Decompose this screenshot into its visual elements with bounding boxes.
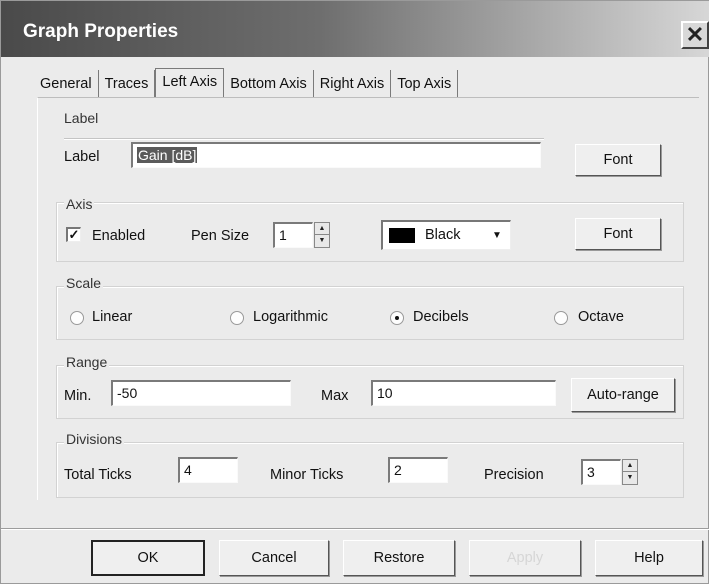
spin-down-icon[interactable]: ▼: [623, 472, 637, 484]
spin-up-icon[interactable]: ▲: [315, 223, 329, 235]
scale-octave-label: Octave: [578, 309, 624, 325]
total-ticks-input[interactable]: 4: [178, 457, 238, 483]
label-group-title: Label: [64, 110, 99, 126]
tab-right-axis[interactable]: Right Axis: [314, 70, 392, 97]
range-max-label: Max: [321, 388, 349, 404]
label-field-label: Label: [64, 149, 100, 165]
cancel-button[interactable]: Cancel: [219, 540, 329, 576]
pen-size-input[interactable]: 1: [273, 222, 313, 248]
chevron-down-icon[interactable]: ▼: [486, 224, 508, 246]
axis-font-button[interactable]: Font: [575, 218, 661, 250]
auto-range-button[interactable]: Auto-range: [571, 378, 675, 412]
divisions-group-title: Divisions: [64, 431, 125, 447]
tab-general[interactable]: General: [34, 70, 99, 97]
footer-divider: [1, 528, 709, 530]
precision-input[interactable]: 3: [581, 459, 621, 485]
axis-color-value: Black: [425, 227, 461, 243]
enabled-label: Enabled: [92, 228, 146, 244]
tab-left-axis[interactable]: Left Axis: [155, 68, 225, 97]
spin-down-icon[interactable]: ▼: [315, 235, 329, 247]
pen-size-label: Pen Size: [191, 228, 250, 244]
restore-button[interactable]: Restore: [343, 540, 455, 576]
scale-logarithmic-radio[interactable]: [230, 311, 244, 325]
range-group-title: Range: [64, 354, 110, 370]
total-ticks-label: Total Ticks: [64, 467, 132, 483]
spin-up-icon[interactable]: ▲: [623, 460, 637, 472]
range-min-input[interactable]: -50: [111, 380, 291, 406]
close-icon[interactable]: ✕: [681, 21, 709, 49]
axis-label-input[interactable]: Gain [dB]: [131, 142, 541, 168]
ok-button[interactable]: OK: [91, 540, 205, 576]
scale-linear-label: Linear: [92, 309, 133, 325]
apply-button: Apply: [469, 540, 581, 576]
minor-ticks-input[interactable]: 2: [388, 457, 448, 483]
label-font-button[interactable]: Font: [575, 144, 661, 176]
range-max-input[interactable]: 10: [371, 380, 556, 406]
range-min-label: Min.: [64, 388, 92, 404]
scale-logarithmic-label: Logarithmic: [253, 309, 328, 325]
minor-ticks-label: Minor Ticks: [270, 467, 344, 483]
scale-octave-radio[interactable]: [554, 311, 568, 325]
axis-label-value: Gain [dB]: [137, 147, 198, 163]
scale-decibels-label: Decibels: [413, 309, 469, 325]
axis-color-dropdown[interactable]: Black ▼: [381, 220, 511, 250]
window-title: Graph Properties: [23, 21, 179, 42]
graph-properties-dialog: Graph Properties ✕ General Traces Left A…: [0, 0, 709, 584]
tab-traces[interactable]: Traces: [99, 70, 156, 97]
tab-strip: General Traces Left Axis Bottom Axis Rig…: [34, 67, 459, 97]
tab-bottom-axis[interactable]: Bottom Axis: [224, 70, 314, 97]
axis-group-title: Axis: [64, 196, 95, 212]
help-button[interactable]: Help: [595, 540, 703, 576]
precision-spinner[interactable]: ▲ ▼: [622, 459, 638, 485]
enabled-checkbox[interactable]: ✓: [66, 227, 81, 242]
left-axis-panel: Label Label Gain [dB] Font Axis ✓ Enable…: [37, 97, 699, 500]
title-bar[interactable]: Graph Properties ✕: [1, 1, 709, 57]
scale-decibels-radio[interactable]: [390, 311, 404, 325]
tab-top-axis[interactable]: Top Axis: [391, 70, 459, 97]
pen-size-spinner[interactable]: ▲ ▼: [314, 222, 330, 248]
label-group-divider: [64, 138, 544, 140]
precision-label: Precision: [484, 467, 544, 483]
color-swatch: [389, 228, 415, 243]
scale-linear-radio[interactable]: [70, 311, 84, 325]
scale-group-title: Scale: [64, 275, 104, 291]
